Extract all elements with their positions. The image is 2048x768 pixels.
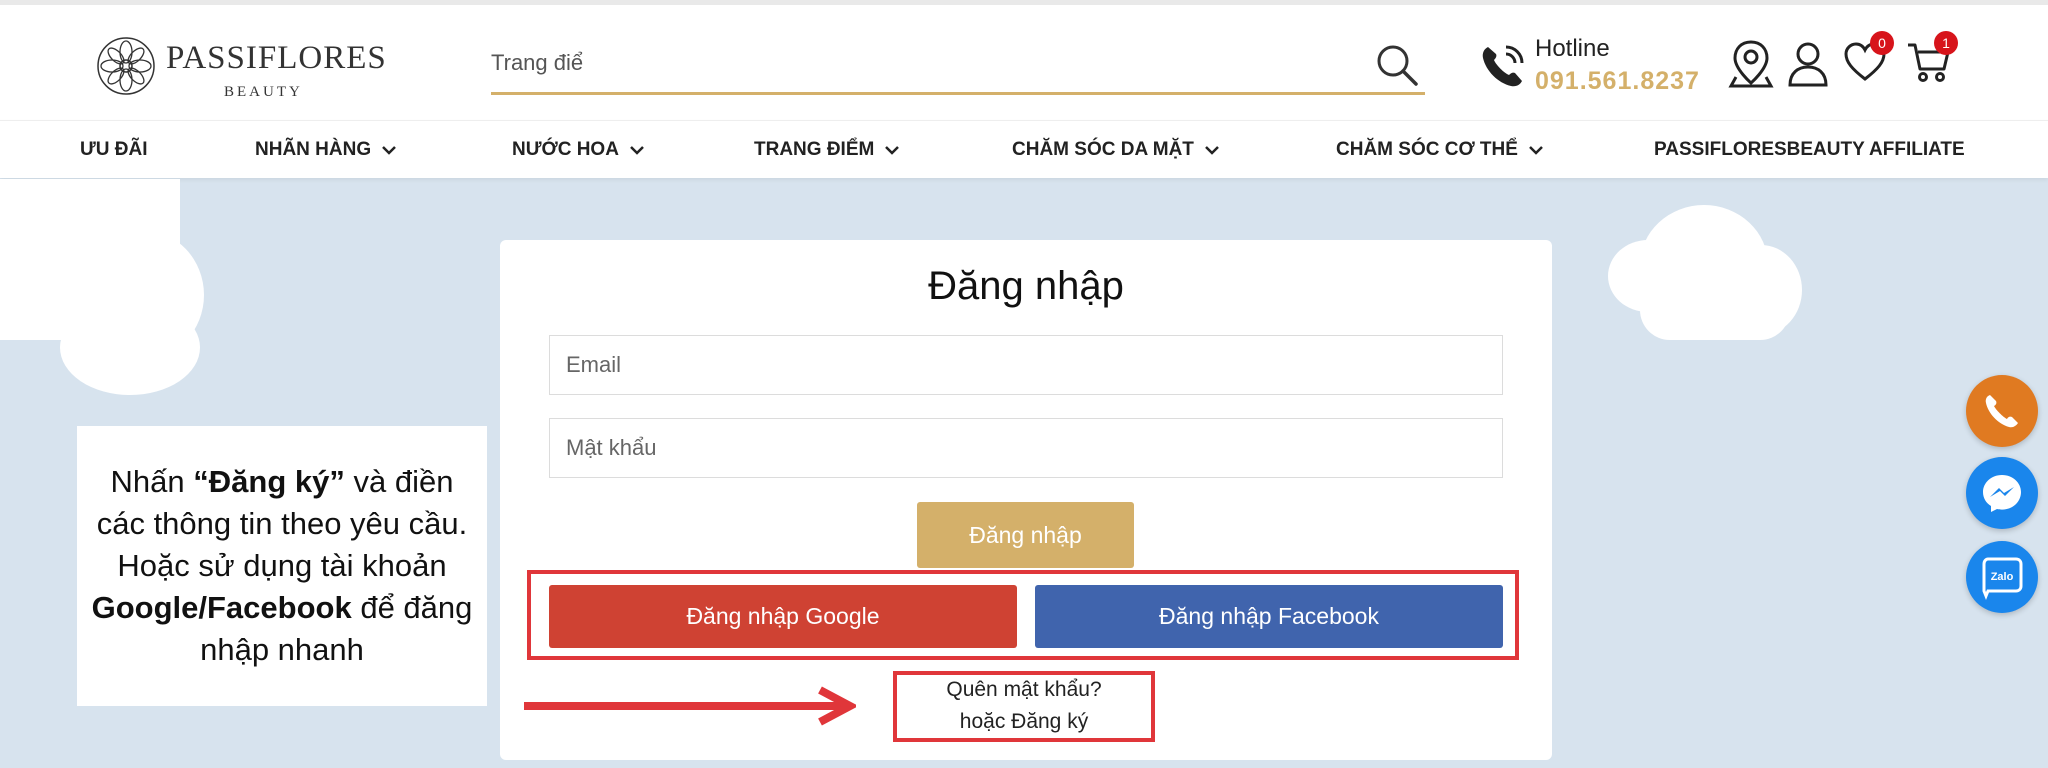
cart-count-badge: 1	[1934, 31, 1958, 55]
zalo-button[interactable]: Zalo	[1966, 541, 2038, 613]
chevron-down-icon	[1205, 146, 1219, 155]
chevron-down-icon	[630, 146, 644, 155]
nav-item-label: NƯỚC HOA	[512, 139, 619, 160]
nav-item-cham-soc-da-mat[interactable]: CHĂM SÓC DA MẶT	[1012, 121, 1220, 179]
site-header: PASSIFLORES BEAUTY Hotline 091.561.8237	[0, 5, 2048, 120]
store-location-button[interactable]	[1728, 39, 1776, 89]
logo-mandala-icon	[97, 37, 155, 95]
register-link[interactable]: hoặc Đăng ký	[893, 706, 1155, 738]
wishlist-button[interactable]: 0	[1842, 31, 1894, 89]
wishlist-count-badge: 0	[1870, 31, 1894, 55]
phone-call-icon	[1482, 45, 1524, 87]
password-field[interactable]	[549, 418, 1503, 478]
nav-item-label: NHÃN HÀNG	[255, 139, 372, 160]
messenger-icon	[1983, 475, 2021, 512]
zalo-icon: Zalo	[1982, 557, 2023, 601]
zalo-text: Zalo	[1991, 571, 2014, 583]
login-title: Đăng nhập	[928, 264, 1124, 308]
cloud-right-part	[1640, 280, 1790, 340]
messenger-button[interactable]	[1966, 457, 2038, 529]
hotline-number[interactable]: 091.561.8237	[1535, 67, 1700, 96]
instruction-bold: “Đăng ký”	[193, 464, 345, 499]
instruction-text: Nhấn “Đăng ký” và điền các thông tin the…	[87, 461, 477, 671]
nav-item-label: TRANG ĐIỂM	[754, 139, 875, 160]
main-nav: ƯU ĐÃI NHÃN HÀNG NƯỚC HOA TRANG ĐIỂM CHĂ…	[0, 120, 2048, 178]
nav-item-label: PASSIFLORESBEAUTY AFFILIATE	[1654, 139, 1965, 160]
instruction-part: Nhấn	[110, 464, 194, 499]
chevron-down-icon	[1529, 146, 1543, 155]
brand-subtitle: BEAUTY	[224, 84, 303, 100]
chevron-down-icon	[382, 146, 396, 155]
brand-name: PASSIFLORES	[166, 40, 387, 76]
phone-icon	[1985, 395, 2018, 428]
arrow-right-icon	[524, 686, 856, 726]
hotline[interactable]: Hotline 091.561.8237	[1478, 27, 1718, 107]
search-input[interactable]	[491, 43, 1341, 83]
nav-item-trang-diem[interactable]: TRANG ĐIỂM	[754, 121, 900, 179]
search-button[interactable]	[1369, 41, 1425, 89]
email-field[interactable]	[549, 335, 1503, 395]
nav-item-label: CHĂM SÓC DA MẶT	[1012, 139, 1194, 160]
nav-item-nhan-hang[interactable]: NHÃN HÀNG	[255, 121, 397, 179]
brand-logo[interactable]: PASSIFLORES BEAUTY	[96, 32, 386, 102]
user-icon	[1788, 42, 1828, 87]
forgot-password-link[interactable]: Quên mật khẩu?	[893, 674, 1155, 706]
cart-button[interactable]: 1	[1906, 31, 1958, 89]
instruction-bold: Google/Facebook	[91, 590, 352, 625]
account-links: Quên mật khẩu? hoặc Đăng ký	[893, 674, 1155, 738]
nav-item-cham-soc-co-the[interactable]: CHĂM SÓC CƠ THỂ	[1336, 121, 1544, 179]
login-button[interactable]: Đăng nhập	[917, 502, 1134, 568]
nav-item-nuoc-hoa[interactable]: NƯỚC HOA	[512, 121, 645, 179]
nav-item-label: CHĂM SÓC CƠ THỂ	[1336, 139, 1518, 160]
instruction-box: Nhấn “Đăng ký” và điền các thông tin the…	[77, 426, 487, 706]
nav-item-uu-dai[interactable]: ƯU ĐÃI	[80, 121, 147, 179]
cloud-left-part	[60, 300, 200, 395]
hotline-label: Hotline	[1535, 35, 1610, 62]
location-pin-icon	[1728, 40, 1774, 88]
account-button[interactable]	[1785, 39, 1833, 89]
search-icon	[1377, 45, 1418, 86]
search-bar	[491, 35, 1425, 95]
nav-item-affiliate[interactable]: PASSIFLORESBEAUTY AFFILIATE	[1654, 121, 1965, 179]
call-button[interactable]	[1966, 375, 2038, 447]
social-login-highlight	[527, 570, 1519, 660]
nav-item-label: ƯU ĐÃI	[80, 139, 148, 160]
cloud-left-part	[0, 300, 80, 340]
chevron-down-icon	[885, 146, 900, 155]
